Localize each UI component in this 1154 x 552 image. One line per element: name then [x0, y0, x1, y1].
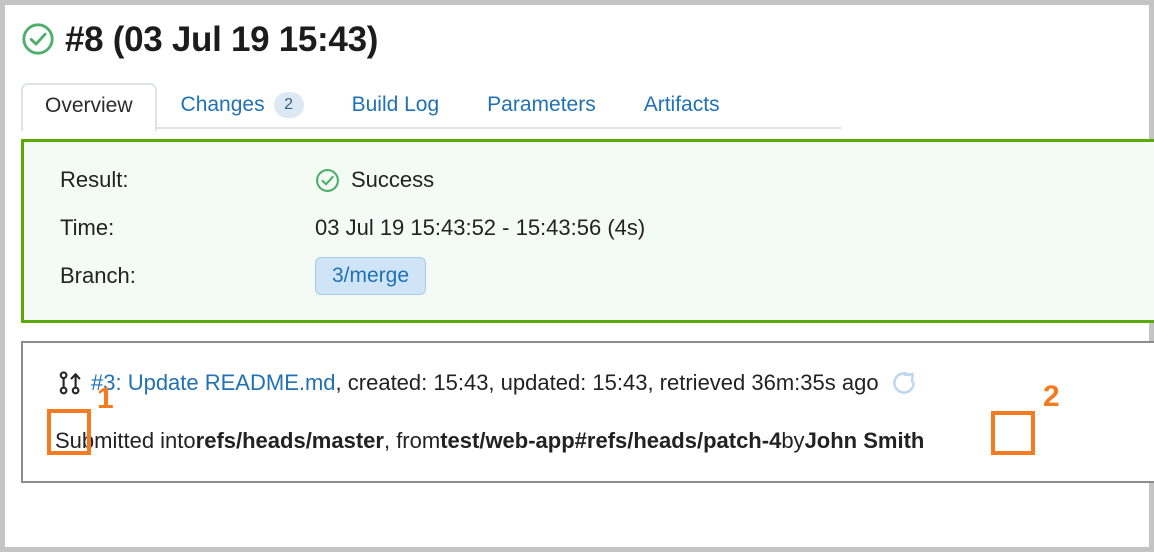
target-branch: refs/heads/master — [195, 428, 384, 453]
screenshot-frame: #8 (03 Jul 19 15:43) Overview Changes 2 … — [0, 0, 1154, 552]
page-title: #8 (03 Jul 19 15:43) — [65, 19, 379, 59]
tab-artifacts[interactable]: Artifacts — [620, 81, 744, 129]
pull-request-summary-line: #3: Update README.md , created: 15:43, u… — [55, 365, 1154, 401]
pull-request-submitted-line: Submitted into refs/heads/master , from … — [55, 423, 1154, 459]
build-detail-page: #8 (03 Jul 19 15:43) Overview Changes 2 … — [5, 5, 1154, 547]
result-row-result: Result: Success — [60, 156, 1154, 204]
tab-parameters[interactable]: Parameters — [463, 81, 620, 129]
tab-bar: Overview Changes 2 Build Log Parameters … — [21, 73, 841, 131]
tab-build-log[interactable]: Build Log — [328, 81, 464, 129]
tab-build-log-label: Build Log — [351, 93, 440, 116]
pull-request-meta: , created: 15:43, updated: 15:43, retrie… — [335, 370, 879, 395]
by-separator: by — [781, 428, 805, 453]
result-status-text: Success — [351, 167, 435, 192]
tab-changes-label: Changes — [180, 93, 265, 116]
time-label: Time: — [60, 215, 115, 240]
tab-overview[interactable]: Overview — [21, 83, 157, 131]
tab-overview-label: Overview — [45, 94, 133, 117]
branch-value-wrapper: 3/merge — [315, 257, 427, 295]
submitted-prefix: Submitted into — [55, 428, 196, 453]
pull-request-link[interactable]: #3: Update README.md — [91, 370, 336, 396]
pull-request-panel: #3: Update README.md , created: 15:43, u… — [21, 341, 1154, 483]
result-summary-panel: Result: Success Time: 03 Jul 19 15:43:52… — [21, 139, 1154, 323]
branch-label: Branch: — [60, 263, 136, 288]
tab-artifacts-label: Artifacts — [643, 93, 720, 116]
check-circle-icon — [316, 168, 339, 192]
source-branch: test/web-app#refs/heads/patch-4 — [440, 428, 782, 453]
tab-changes-badge: 2 — [273, 92, 304, 118]
result-label: Result: — [60, 167, 129, 192]
result-row-time: Time: 03 Jul 19 15:43:52 - 15:43:56 (4s) — [60, 204, 1154, 252]
from-separator: , from — [383, 428, 441, 453]
time-value: 03 Jul 19 15:43:52 - 15:43:56 (4s) — [315, 215, 646, 240]
pull-request-icon-button[interactable] — [55, 368, 85, 398]
refresh-icon — [892, 372, 915, 394]
result-row-branch: Branch: 3/merge — [60, 252, 1154, 300]
refresh-button[interactable] — [887, 366, 921, 400]
pull-request-icon — [59, 371, 81, 395]
result-value-wrapper: Success — [315, 167, 434, 193]
author-name: John Smith — [804, 428, 925, 453]
check-circle-icon — [22, 23, 54, 55]
branch-badge[interactable]: 3/merge — [315, 257, 427, 295]
tab-changes[interactable]: Changes 2 — [157, 81, 328, 129]
tab-parameters-label: Parameters — [487, 93, 596, 116]
page-title-row: #8 (03 Jul 19 15:43) — [21, 5, 1149, 59]
